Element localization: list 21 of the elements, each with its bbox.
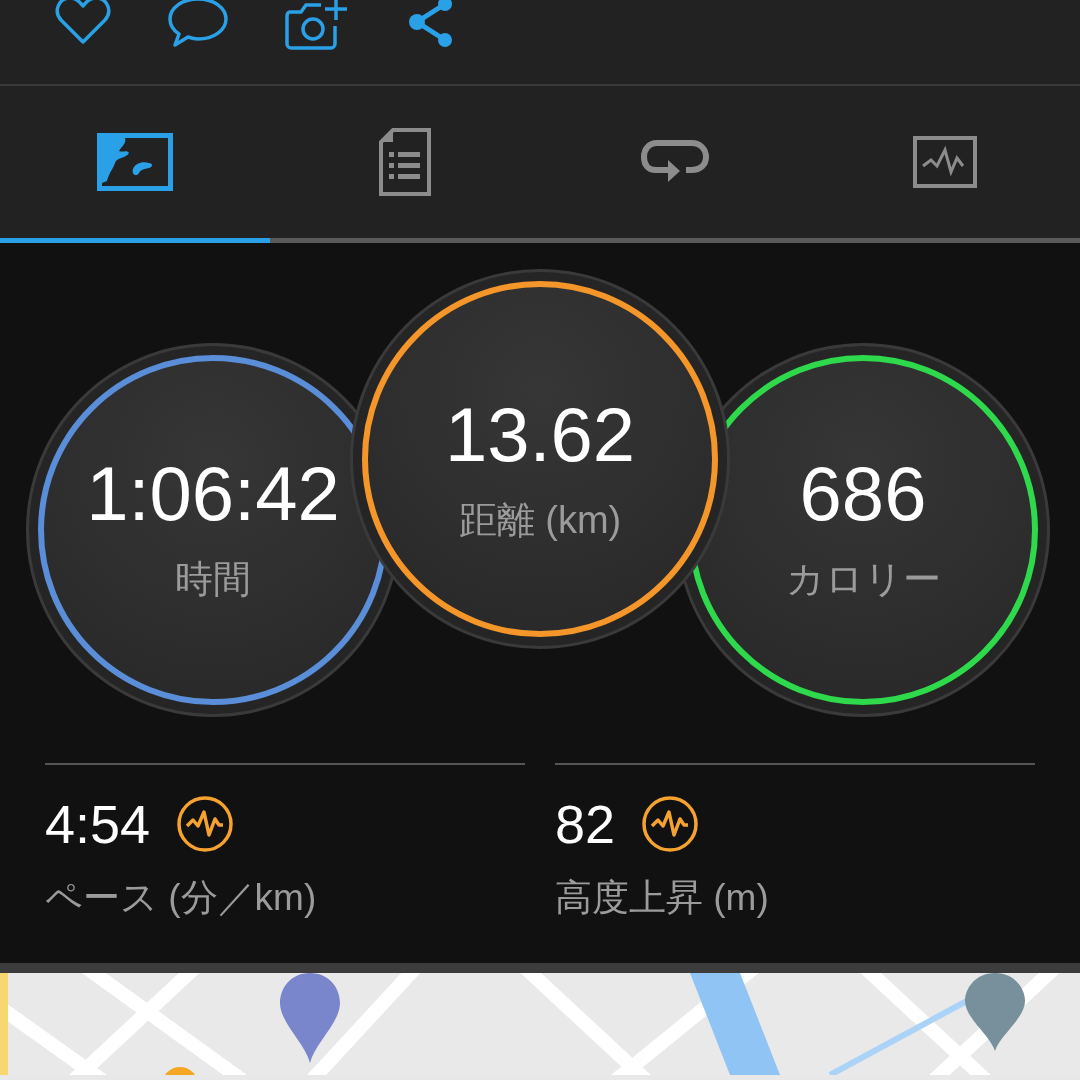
waveform-icon <box>641 795 700 853</box>
stat-value: 4:54 <box>45 797 151 851</box>
waveform-icon <box>176 795 235 853</box>
stat-value: 82 <box>555 797 616 851</box>
speech-bubble-icon <box>167 0 229 48</box>
map-icon <box>97 133 173 191</box>
stat-label: 高度上昇 (m) <box>555 876 770 920</box>
comment-button[interactable] <box>167 0 229 48</box>
stat-value: 686 <box>799 455 927 532</box>
stat-label: 距離 (km) <box>458 498 622 543</box>
heart-icon <box>55 0 111 44</box>
photo-button[interactable] <box>285 0 349 50</box>
stat-label: カロリー <box>785 556 941 602</box>
document-list-icon <box>379 128 431 196</box>
like-button[interactable] <box>55 0 111 44</box>
stat-value: 1:06:42 <box>86 455 340 532</box>
stat-value: 13.62 <box>444 397 636 473</box>
stat-label: ペース (分／km) <box>45 876 318 920</box>
stat-label: 時間 <box>175 556 251 602</box>
camera-plus-icon <box>285 0 349 50</box>
waveform-chart-icon <box>913 136 977 188</box>
